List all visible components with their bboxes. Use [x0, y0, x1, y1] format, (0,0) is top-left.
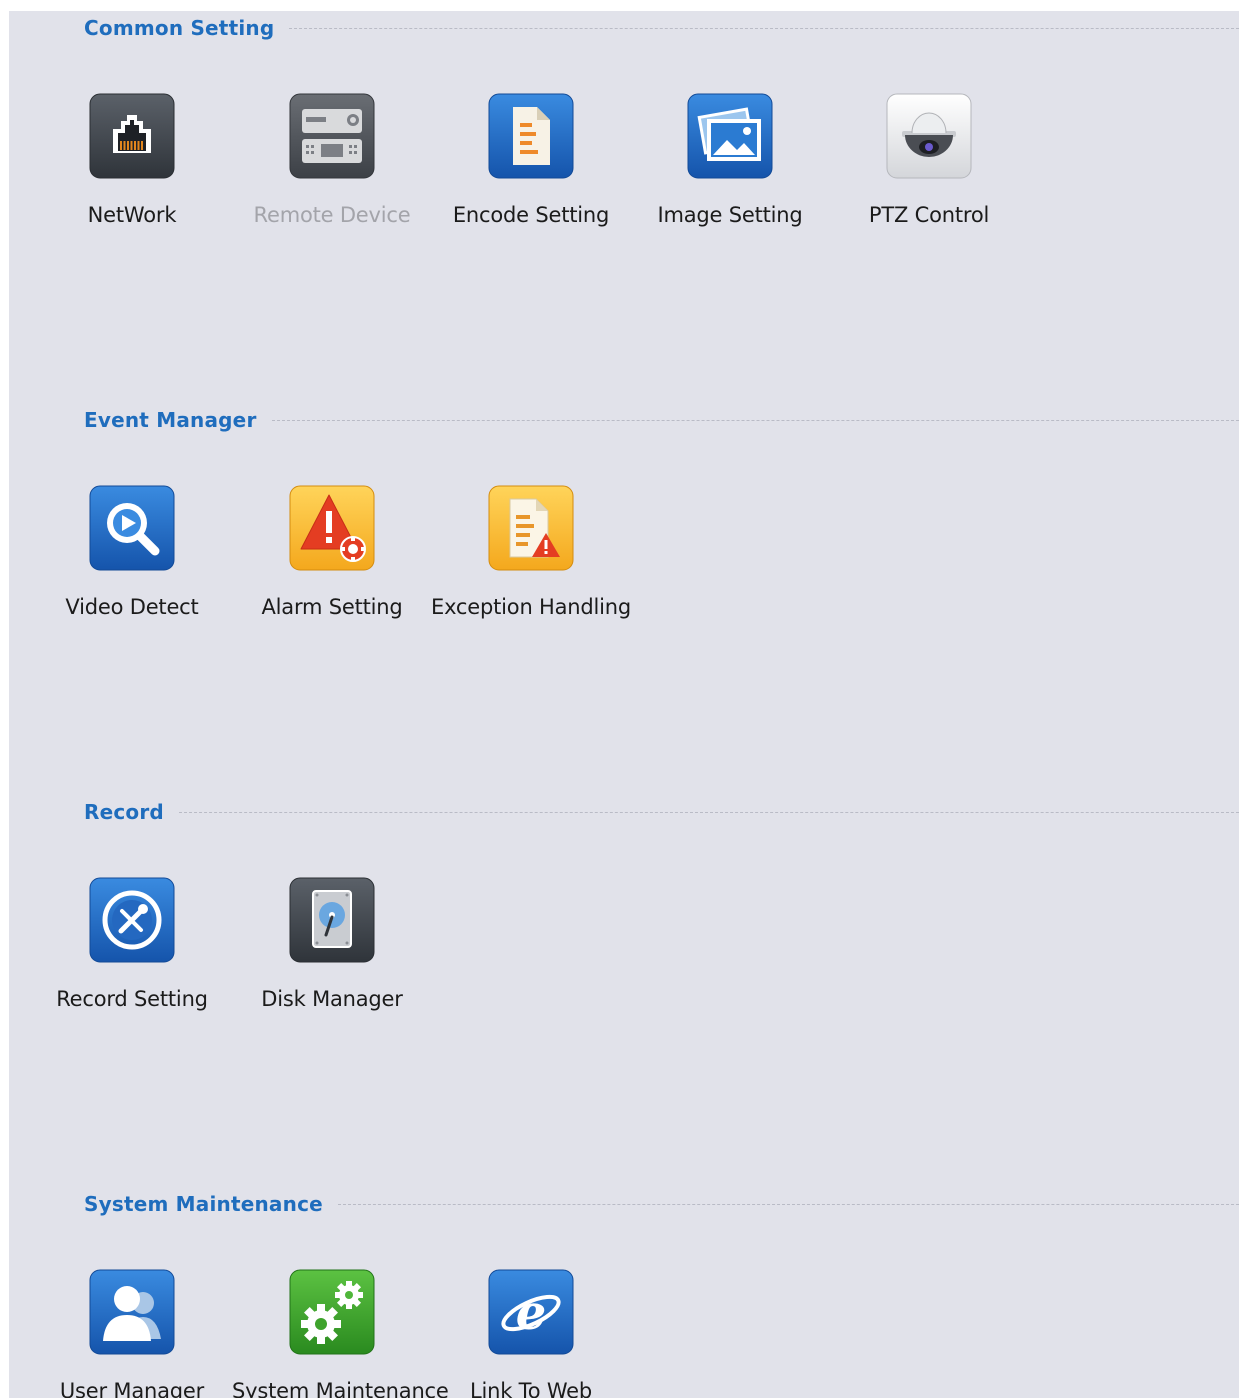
- section-title: Event Manager: [84, 408, 257, 432]
- section-header: Event Manager: [84, 403, 1239, 437]
- ptz-camera-icon: [886, 93, 972, 179]
- user-manager-icon: [89, 1269, 175, 1355]
- system-maintenance-button[interactable]: System Maintenance: [232, 1259, 449, 1398]
- settings-panel: Common Setting NetWork Remote Device Enc…: [9, 11, 1239, 1398]
- image-setting-icon: [687, 93, 773, 179]
- link-to-web-button[interactable]: e Link To Web: [431, 1259, 631, 1398]
- record-setting-icon: [89, 877, 175, 963]
- encode-setting-button[interactable]: Encode Setting: [431, 83, 631, 233]
- alarm-setting-label: Alarm Setting: [261, 595, 403, 619]
- section-divider: [178, 811, 1239, 813]
- section-header: System Maintenance: [84, 1187, 1239, 1221]
- remote-device-label: Remote Device: [253, 203, 411, 227]
- ptz-control-button[interactable]: PTZ Control: [829, 83, 1029, 233]
- disk-manager-icon: [289, 877, 375, 963]
- network-label: NetWork: [87, 203, 177, 227]
- video-detect-icon: [89, 485, 175, 571]
- section-title: System Maintenance: [84, 1192, 323, 1216]
- section-header: Common Setting: [84, 11, 1239, 45]
- user-manager-label: User Manager: [59, 1379, 205, 1398]
- section-title: Record: [84, 800, 164, 824]
- alarm-setting-icon: [289, 485, 375, 571]
- exception-handling-label: Exception Handling: [431, 595, 632, 619]
- section-divider: [271, 419, 1239, 421]
- network-button[interactable]: NetWork: [32, 83, 232, 233]
- video-detect-label: Video Detect: [65, 595, 199, 619]
- system-maintenance-icon: [289, 1269, 375, 1355]
- network-icon: [89, 93, 175, 179]
- svg-text:e: e: [516, 1285, 547, 1341]
- system-maintenance-label: System Maintenance: [232, 1379, 449, 1398]
- record-setting-button[interactable]: Record Setting: [32, 867, 232, 1017]
- remote-device-icon: [289, 93, 375, 179]
- alarm-setting-button[interactable]: Alarm Setting: [232, 475, 432, 625]
- ptz-control-label: PTZ Control: [868, 203, 990, 227]
- encode-setting-icon: [488, 93, 574, 179]
- section-divider: [289, 27, 1239, 29]
- exception-handling-icon: [488, 485, 574, 571]
- link-to-web-label: Link To Web: [469, 1379, 593, 1398]
- section-header: Record: [84, 795, 1239, 829]
- remote-device-button[interactable]: Remote Device: [232, 83, 432, 233]
- section-title: Common Setting: [84, 16, 275, 40]
- disk-manager-button[interactable]: Disk Manager: [232, 867, 432, 1017]
- video-detect-button[interactable]: Video Detect: [32, 475, 232, 625]
- record-setting-label: Record Setting: [56, 987, 208, 1011]
- section-divider: [337, 1203, 1239, 1205]
- image-setting-label: Image Setting: [657, 203, 803, 227]
- image-setting-button[interactable]: Image Setting: [630, 83, 830, 233]
- web-browser-icon: e: [488, 1269, 574, 1355]
- user-manager-button[interactable]: User Manager: [32, 1259, 232, 1398]
- disk-manager-label: Disk Manager: [261, 987, 403, 1011]
- encode-setting-label: Encode Setting: [452, 203, 610, 227]
- exception-handling-button[interactable]: Exception Handling: [431, 475, 631, 625]
